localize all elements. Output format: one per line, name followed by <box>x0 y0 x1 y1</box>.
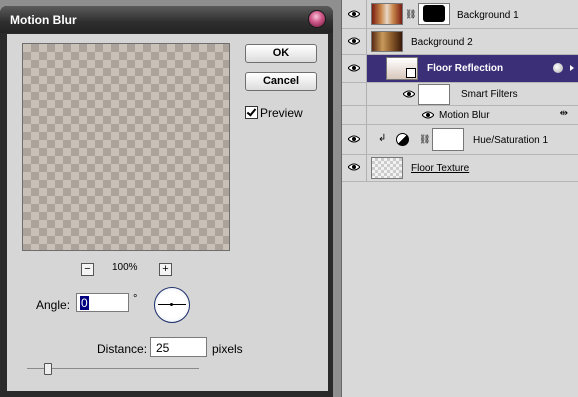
dialog-titlebar[interactable]: Motion Blur <box>0 6 333 33</box>
layer-hue-saturation-1[interactable]: ↲ ⛓ Hue/Saturation 1 <box>342 125 578 155</box>
layer-smart-filters[interactable]: Smart Filters <box>342 83 578 106</box>
layer-thumbnail <box>371 3 403 25</box>
expand-arrow-icon[interactable] <box>570 65 574 71</box>
adjustment-layer-icon <box>396 133 409 146</box>
eye-icon[interactable] <box>348 37 360 45</box>
layer-name: Smart Filters <box>461 89 518 100</box>
angle-value: 0 <box>80 296 89 310</box>
distance-slider-track[interactable] <box>27 368 199 369</box>
visibility-toggle[interactable] <box>342 83 367 105</box>
visibility-toggle[interactable] <box>342 0 367 28</box>
distance-input[interactable]: 25 <box>150 337 207 357</box>
cancel-button[interactable]: Cancel <box>245 72 317 91</box>
close-icon[interactable] <box>309 11 325 27</box>
eye-icon[interactable] <box>348 163 360 171</box>
layer-name: Floor Reflection <box>427 63 504 74</box>
layer-mask-thumbnail <box>432 128 464 151</box>
eye-icon[interactable] <box>348 10 360 18</box>
link-icon: ⛓ <box>405 9 417 19</box>
layer-name: Motion Blur <box>439 110 490 121</box>
layer-name: Background 2 <box>411 37 473 48</box>
filter-mask-thumbnail <box>418 84 450 105</box>
angle-dial[interactable] <box>154 287 190 323</box>
angle-label: Angle: <box>36 298 71 312</box>
dialog-body: − 100% + OK Cancel Preview Angle: 0 ° Di… <box>7 34 328 391</box>
layer-name: Floor Texture <box>411 163 470 174</box>
eye-icon[interactable] <box>348 64 360 72</box>
layer-background-1[interactable]: ⛓ Background 1 <box>342 0 578 29</box>
eye-icon[interactable] <box>422 111 434 119</box>
angle-dial-center <box>170 303 173 306</box>
layers-panel: ⛓ Background 1 Background 2 Floor Reflec… <box>341 0 578 397</box>
visibility-toggle[interactable] <box>342 29 367 54</box>
smart-filter-badge-icon[interactable] <box>553 63 563 73</box>
layer-floor-reflection[interactable]: Floor Reflection <box>342 55 578 83</box>
layer-floor-texture[interactable]: Floor Texture <box>342 155 578 182</box>
visibility-toggle[interactable] <box>342 106 367 124</box>
distance-slider-thumb[interactable] <box>44 363 52 375</box>
smart-object-icon <box>406 68 416 78</box>
layer-mask-thumbnail <box>418 3 450 25</box>
layer-motion-blur-filter[interactable]: Motion Blur ⇹ <box>342 106 578 125</box>
transparency-checkerboard <box>23 44 229 250</box>
eye-icon[interactable] <box>403 90 415 98</box>
layer-background-2[interactable]: Background 2 <box>342 29 578 55</box>
blending-options-icon[interactable]: ⇹ <box>560 108 568 119</box>
visibility-toggle[interactable] <box>342 155 367 181</box>
layer-name: Background 1 <box>457 10 519 21</box>
dialog-title: Motion Blur <box>10 13 77 27</box>
layer-thumbnail <box>371 157 403 179</box>
layer-thumbnail <box>371 31 403 52</box>
distance-label: Distance: <box>97 342 148 356</box>
eye-icon[interactable] <box>348 135 360 143</box>
link-icon: ⛓ <box>419 134 431 144</box>
mask-shape <box>423 5 445 22</box>
angle-input[interactable]: 0 <box>76 293 129 312</box>
preview-area[interactable] <box>22 43 230 251</box>
preview-checkbox[interactable]: Preview <box>245 106 303 120</box>
zoom-level: 100% <box>112 262 138 273</box>
zoom-out-button[interactable]: − <box>81 263 94 276</box>
visibility-toggle[interactable] <box>342 55 367 82</box>
angle-unit: ° <box>133 293 138 305</box>
clipping-arrow-icon: ↲ <box>378 133 387 144</box>
motion-blur-dialog: Motion Blur − 100% + OK Cancel Preview A… <box>0 6 333 397</box>
ok-button[interactable]: OK <box>245 44 317 63</box>
checkbox-check-icon[interactable] <box>245 106 258 119</box>
zoom-in-button[interactable]: + <box>159 263 172 276</box>
visibility-toggle[interactable] <box>342 125 367 154</box>
layer-thumbnail <box>386 57 418 80</box>
preview-label: Preview <box>260 106 303 120</box>
distance-unit: pixels <box>212 342 243 356</box>
layer-name: Hue/Saturation 1 <box>473 135 549 146</box>
